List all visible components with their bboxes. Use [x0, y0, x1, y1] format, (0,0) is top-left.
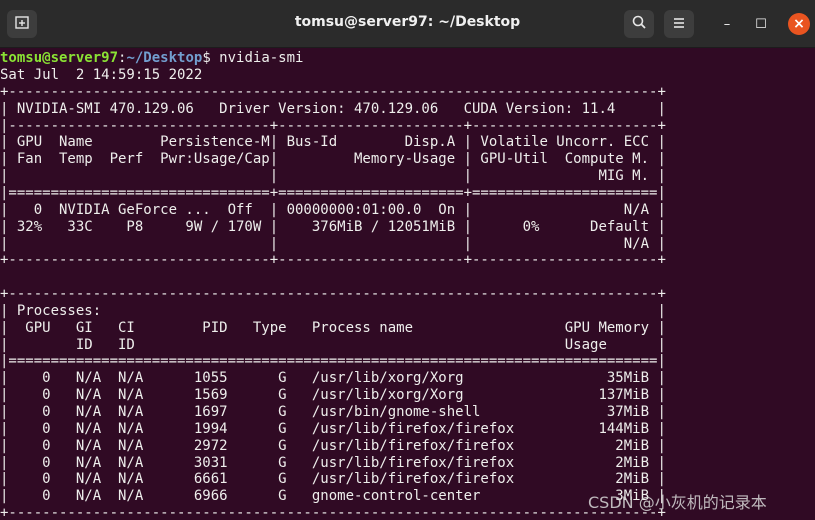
output-line: +---------------------------------------…: [0, 505, 666, 520]
output-line: | 0 NVIDIA GeForce ... Off | 00000000:01…: [0, 201, 666, 218]
prompt-line: tomsu@server97:~/Desktop$ nvidia-smi: [0, 50, 303, 67]
output-line: | Processes: |: [0, 302, 666, 319]
search-button[interactable]: [624, 10, 654, 38]
output-line: | NVIDIA-SMI 470.129.06 Driver Version: …: [0, 100, 666, 117]
output-line: | GPU GI CI PID Type Process name GPU Me…: [0, 319, 666, 336]
output-line: | 32% 33C P8 9W / 170W | 376MiB / 12051M…: [0, 218, 666, 235]
output-line: | 0 N/A N/A 6661 G /usr/lib/firefox/fire…: [0, 471, 666, 488]
close-icon: ×: [793, 16, 805, 32]
output-line: +---------------------------------------…: [0, 83, 666, 100]
prompt-user: tomsu@server97: [0, 50, 119, 66]
output-line: +---------------------------------------…: [0, 286, 666, 303]
close-button[interactable]: ×: [788, 13, 810, 35]
maximize-icon: ☐: [755, 16, 767, 32]
output-line: | 0 N/A N/A 1569 G /usr/lib/xorg/Xorg 13…: [0, 387, 666, 404]
output-line: | 0 N/A N/A 1055 G /usr/lib/xorg/Xorg 35…: [0, 370, 666, 387]
output-line: +-------------------------------+-------…: [0, 252, 666, 269]
output-line: |===============================+=======…: [0, 184, 666, 201]
output-line: | ID ID Usage |: [0, 336, 666, 353]
output-line: Sat Jul 2 14:59:15 2022: [0, 67, 203, 83]
search-icon: [631, 14, 647, 34]
minimize-icon: –: [723, 16, 731, 32]
output-line: | | | N/A |: [0, 235, 666, 252]
output-line: | 0 N/A N/A 1697 G /usr/bin/gnome-shell …: [0, 404, 666, 420]
output-line: | 0 N/A N/A 2972 G /usr/lib/firefox/fire…: [0, 437, 666, 454]
minimize-button[interactable]: –: [716, 13, 738, 35]
output-line: |=======================================…: [0, 353, 666, 370]
terminal-area[interactable]: tomsu@server97:~/Desktop$ nvidia-smi Sat…: [0, 48, 815, 520]
output-line: | | | MIG M. |: [0, 168, 666, 185]
output-line: | 0 N/A N/A 6966 G gnome-control-center …: [0, 488, 666, 505]
maximize-button[interactable]: ☐: [750, 13, 772, 35]
command-text: nvidia-smi: [210, 50, 304, 66]
output-line: | 0 N/A N/A 1994 G /usr/lib/firefox/fire…: [0, 420, 666, 437]
output-line: |-------------------------------+-------…: [0, 117, 666, 134]
output-line: | 0 N/A N/A 3031 G /usr/lib/firefox/fire…: [0, 454, 666, 471]
output-line: | GPU Name Persistence-M| Bus-Id Disp.A …: [0, 134, 666, 151]
menu-button[interactable]: [664, 10, 694, 38]
prompt-symbol: $: [202, 50, 211, 66]
title-bar: tomsu@server97: ~/Desktop – ☐ ×: [0, 0, 815, 48]
hamburger-menu-icon: [672, 15, 686, 34]
prompt-path: ~/Desktop: [126, 50, 203, 66]
output-line: | Fan Temp Perf Pwr:Usage/Cap| Memory-Us…: [0, 151, 666, 168]
watermark-text: CSDN @小灰机的记录本: [588, 493, 767, 512]
